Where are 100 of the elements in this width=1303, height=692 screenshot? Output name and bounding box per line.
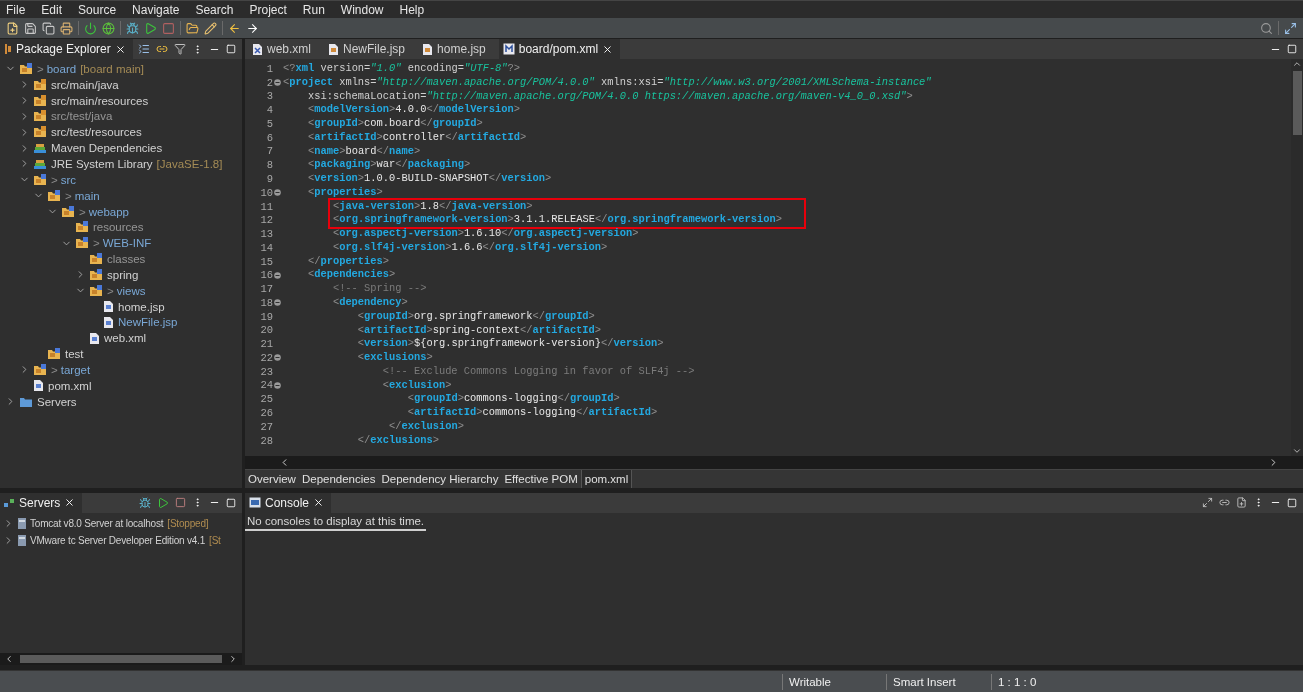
vertical-scrollbar[interactable]: [1291, 59, 1303, 456]
new-file-icon[interactable]: [6, 21, 19, 35]
folder-icon: [61, 205, 75, 218]
file-icon: [89, 331, 100, 345]
forward-icon[interactable]: [246, 21, 259, 35]
fold-icon[interactable]: [274, 382, 281, 389]
tree-item[interactable]: src: [60, 173, 77, 186]
page-tab[interactable]: Dependency Hierarchy: [378, 469, 502, 488]
folder-icon: [19, 395, 33, 408]
close-icon[interactable]: [114, 43, 126, 55]
tree-item[interactable]: classes: [107, 253, 146, 266]
menu-item[interactable]: Navigate: [130, 2, 189, 17]
tree-item[interactable]: Maven Dependencies: [51, 142, 163, 155]
menu-item[interactable]: Project: [247, 2, 296, 17]
menu-item[interactable]: Window: [338, 2, 393, 17]
menu-item[interactable]: Help: [397, 2, 434, 17]
tree-item[interactable]: views: [116, 284, 146, 297]
maximize-icon[interactable]: [226, 44, 236, 54]
close-icon[interactable]: [602, 43, 614, 55]
scrollbar-thumb[interactable]: [1292, 71, 1302, 135]
link-icon[interactable]: [156, 43, 168, 55]
run-icon[interactable]: [157, 496, 169, 509]
tree-item[interactable]: target: [60, 363, 91, 376]
menu-item[interactable]: Run: [300, 2, 334, 17]
tree-item[interactable]: pom.xml: [48, 379, 92, 392]
server-item[interactable]: VMware tc Server Developer Edition v4.1: [30, 534, 206, 546]
tree-item[interactable]: board: [46, 62, 77, 75]
folder-icon: [89, 284, 103, 297]
horizontal-scrollbar[interactable]: [245, 455, 1303, 469]
editor-tab[interactable]: NewFile.jsp: [324, 39, 413, 59]
line-number: 23: [260, 365, 273, 378]
back-icon[interactable]: [228, 21, 241, 35]
fold-icon[interactable]: [274, 299, 281, 307]
tree-item[interactable]: resources: [93, 221, 144, 234]
change-marker: >: [51, 363, 58, 376]
scroll-up-icon[interactable]: [1292, 59, 1302, 69]
view-tab[interactable]: Package Explorer: [0, 39, 133, 59]
tree-item[interactable]: JRE System Library: [51, 158, 153, 170]
bug-icon[interactable]: [139, 496, 151, 509]
tree-item[interactable]: web.xml: [104, 332, 147, 345]
maximize-icon[interactable]: [226, 497, 236, 508]
tree-item[interactable]: test: [65, 348, 84, 361]
editor-tab[interactable]: web.xml: [248, 39, 318, 59]
file-icon: [33, 379, 44, 393]
code-line: <version>1.0.0-BUILD-SNAPSHOT</version>: [306, 172, 553, 186]
tree-item[interactable]: src/test/java: [51, 110, 113, 123]
stop-icon[interactable]: [175, 497, 186, 508]
package-icon: [4, 43, 12, 55]
globe-icon[interactable]: [102, 21, 115, 35]
tree-item[interactable]: Servers: [37, 395, 77, 408]
line-number: 20: [260, 324, 273, 337]
code-line: <artifactId>controller</artifactId>: [306, 130, 528, 145]
code-line: <name>board</name>: [306, 144, 422, 159]
editor-tab[interactable]: home.jsp: [418, 39, 493, 59]
code-line: <dependencies>: [306, 268, 397, 283]
tree-item[interactable]: NewFile.jsp: [118, 316, 178, 329]
run-icon[interactable]: [144, 21, 157, 35]
view-tab[interactable]: Console: [245, 492, 332, 513]
save-icon[interactable]: [24, 21, 37, 35]
line-number: 22: [260, 351, 273, 364]
search-icon[interactable]: [1260, 21, 1273, 35]
close-icon[interactable]: [313, 497, 325, 508]
menu-item[interactable]: Edit: [39, 2, 72, 17]
page-tab[interactable]: Dependencies: [298, 469, 379, 488]
maximize-icon[interactable]: [1287, 497, 1297, 508]
tree-item[interactable]: main: [74, 189, 100, 202]
page-tab[interactable]: Effective POM: [501, 469, 581, 488]
page-tab[interactable]: Overview: [245, 469, 299, 488]
open-folder-icon[interactable]: [186, 21, 199, 35]
fold-icon[interactable]: [274, 354, 281, 362]
fold-icon[interactable]: [274, 79, 281, 87]
editor-tab[interactable]: board/pom.xml: [498, 39, 621, 59]
view-tab[interactable]: Servers: [0, 492, 83, 513]
page-tab[interactable]: pom.xml: [580, 469, 633, 488]
filter-icon[interactable]: [174, 43, 186, 55]
scroll-left-icon[interactable]: [4, 654, 14, 665]
horizontal-scrollbar[interactable]: [0, 653, 242, 666]
line-number: 14: [260, 241, 273, 254]
code-line: <artifactId>spring-context</artifactId>: [356, 323, 603, 338]
menu-item[interactable]: Search: [193, 2, 243, 17]
print-icon[interactable]: [60, 21, 73, 35]
tree-item[interactable]: WEB-INF: [102, 237, 152, 250]
fold-icon[interactable]: [274, 271, 281, 279]
power-icon[interactable]: [84, 21, 97, 35]
scroll-right-icon[interactable]: [228, 654, 238, 665]
tree-item[interactable]: spring: [107, 268, 139, 281]
menu-item[interactable]: File: [4, 2, 35, 17]
tree-item[interactable]: webapp: [88, 205, 129, 218]
collapse-all-icon[interactable]: [138, 43, 150, 55]
close-icon[interactable]: [64, 497, 76, 508]
tree-item[interactable]: src/test/resources: [51, 126, 142, 139]
pencil-icon[interactable]: [204, 21, 217, 35]
server-item[interactable]: Tomcat v8.0 Server at localhost: [30, 517, 164, 529]
debug-icon[interactable]: [126, 21, 139, 35]
tree-item[interactable]: src/main/java: [51, 78, 119, 91]
fold-icon[interactable]: [274, 189, 281, 197]
tree-item[interactable]: home.jsp: [118, 300, 165, 313]
menu-item[interactable]: Source: [76, 2, 126, 17]
tree-item[interactable]: src/main/resources: [51, 94, 149, 107]
maximize-icon[interactable]: [1287, 44, 1297, 54]
